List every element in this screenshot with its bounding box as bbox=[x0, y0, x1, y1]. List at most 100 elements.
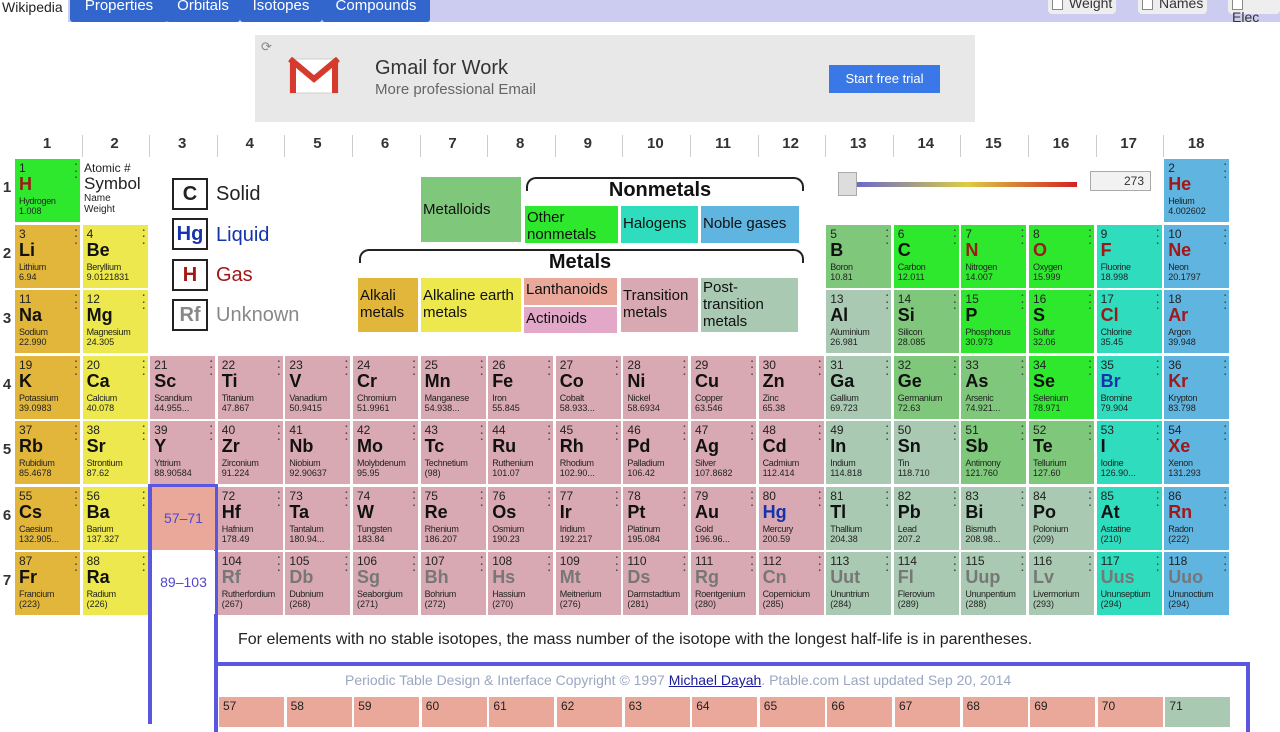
element-cu[interactable]: 29 Cu Copper 63.546 ▪ ▪ ▪ bbox=[691, 355, 756, 419]
element-tc[interactable]: 43 Tc Technetium (98) ▪ ▪ ▪ bbox=[420, 421, 486, 484]
element-ar[interactable]: 18 Ar Argon 39.948 ▪ ▪ ▪ bbox=[1164, 290, 1230, 353]
element-cn[interactable]: 112 Cn Copernicium (285) ▪ ▪ ▪ bbox=[758, 552, 824, 615]
fblock-element-68[interactable]: 68 bbox=[962, 697, 1028, 727]
element-ne[interactable]: 10 Ne Neon 20.1797 ▪ ▪ ▪ bbox=[1164, 224, 1230, 288]
group-header-9[interactable]: 9 bbox=[558, 135, 618, 153]
element-li[interactable]: 3 Li Lithium 6.94 ▪ ▪ ▪ bbox=[15, 224, 80, 288]
group-header-13[interactable]: 13 bbox=[828, 135, 888, 153]
element-te[interactable]: 52 Te Tellurium 127.60 ▪ ▪ ▪ bbox=[1029, 421, 1094, 484]
start-free-trial-button[interactable]: Start free trial bbox=[829, 65, 940, 93]
element-al[interactable]: 13 Al Aluminium 26.981 ▪ ▪ ▪ bbox=[826, 290, 892, 353]
element-db[interactable]: 105 Db Dubnium (268) ▪ ▪ ▪ bbox=[285, 552, 351, 615]
element-f[interactable]: 9 F Fluorine 18.998 ▪ ▪ ▪ bbox=[1096, 224, 1162, 288]
element-be[interactable]: 4 Be Beryllium 9.0121831 ▪ ▪ ▪ bbox=[82, 224, 148, 288]
gmail-ad[interactable]: ⟳ Gmail for Work More professional Email… bbox=[255, 35, 975, 122]
actinoid-placeholder[interactable]: 89–103 bbox=[152, 551, 215, 614]
element-ag[interactable]: 47 Ag Silver 107.8682 ▪ ▪ ▪ bbox=[691, 421, 756, 484]
element-ra[interactable]: 88 Ra Radium (226) ▪ ▪ ▪ bbox=[82, 552, 148, 615]
period-header-2[interactable]: 2 bbox=[0, 245, 14, 262]
group-header-1[interactable]: 1 bbox=[17, 135, 77, 153]
element-ta[interactable]: 73 Ta Tantalum 180.94... ▪ ▪ ▪ bbox=[285, 486, 351, 550]
element-h[interactable]: 1 H Hydrogen 1.008 ▪ ▪ ▪ bbox=[15, 159, 80, 222]
weight-checkbox[interactable] bbox=[1052, 0, 1063, 10]
category-lanthanoids[interactable]: Lanthanoids bbox=[524, 278, 617, 305]
element-pt[interactable]: 78 Pt Platinum 195.084 ▪ ▪ ▪ bbox=[623, 486, 689, 550]
category-halogens[interactable]: Halogens bbox=[621, 206, 698, 243]
group-header-14[interactable]: 14 bbox=[896, 135, 956, 153]
element-mo[interactable]: 42 Mo Molybdenum 95.95 ▪ ▪ ▪ bbox=[353, 421, 418, 484]
element-hg[interactable]: 80 Hg Mercury 200.59 ▪ ▪ ▪ bbox=[758, 486, 824, 550]
fblock-element-71[interactable]: 71 bbox=[1165, 697, 1231, 727]
element-sg[interactable]: 106 Sg Seaborgium (271) ▪ ▪ ▪ bbox=[353, 552, 418, 615]
element-k[interactable]: 19 K Potassium 39.0983 ▪ ▪ ▪ bbox=[15, 355, 80, 419]
element-rf[interactable]: 104 Rf Rutherfordium (267) ▪ ▪ ▪ bbox=[217, 552, 283, 615]
element-kr[interactable]: 36 Kr Krypton 83.798 ▪ ▪ ▪ bbox=[1164, 355, 1230, 419]
fblock-element-59[interactable]: 59 bbox=[354, 697, 420, 727]
category-transition-metals[interactable]: Transition metals bbox=[621, 278, 698, 332]
element-n[interactable]: 7 N Nitrogen 14.007 ▪ ▪ ▪ bbox=[961, 224, 1027, 288]
temperature-slider-track[interactable] bbox=[857, 182, 1077, 187]
period-header-1[interactable]: 1 bbox=[0, 179, 14, 196]
element-ca[interactable]: 20 Ca Calcium 40.078 ▪ ▪ ▪ bbox=[82, 355, 148, 419]
wikipedia-link[interactable]: Wikipedia bbox=[0, 0, 68, 22]
fblock-element-66[interactable]: 66 bbox=[827, 697, 893, 727]
element-uuo[interactable]: 118 Uuo Ununoctium (294) ▪ ▪ ▪ bbox=[1164, 552, 1230, 615]
element-rh[interactable]: 45 Rh Rhodium 102.90... ▪ ▪ ▪ bbox=[555, 421, 621, 484]
fblock-element-63[interactable]: 63 bbox=[624, 697, 690, 727]
fblock-element-58[interactable]: 58 bbox=[286, 697, 352, 727]
fblock-element-62[interactable]: 62 bbox=[557, 697, 622, 727]
element-b[interactable]: 5 B Boron 10.81 ▪ ▪ ▪ bbox=[826, 224, 892, 288]
element-zr[interactable]: 40 Zr Zirconium 91.224 ▪ ▪ ▪ bbox=[217, 421, 283, 484]
element-tl[interactable]: 81 Tl Thallium 204.38 ▪ ▪ ▪ bbox=[826, 486, 892, 550]
fblock-element-57[interactable]: 57 bbox=[219, 697, 284, 727]
element-bi[interactable]: 83 Bi Bismuth 208.98... ▪ ▪ ▪ bbox=[961, 486, 1027, 550]
element-pd[interactable]: 46 Pd Palladium 106.42 ▪ ▪ ▪ bbox=[623, 421, 689, 484]
author-link[interactable]: Michael Dayah bbox=[669, 672, 762, 688]
group-header-11[interactable]: 11 bbox=[693, 135, 753, 153]
group-header-6[interactable]: 6 bbox=[355, 135, 415, 153]
group-header-5[interactable]: 5 bbox=[287, 135, 347, 153]
fblock-element-64[interactable]: 64 bbox=[692, 697, 758, 727]
element-zn[interactable]: 30 Zn Zinc 65.38 ▪ ▪ ▪ bbox=[758, 355, 824, 419]
group-header-2[interactable]: 2 bbox=[85, 135, 145, 153]
element-uus[interactable]: 117 Uus Ununseptium (294) ▪ ▪ ▪ bbox=[1096, 552, 1162, 615]
group-header-3[interactable]: 3 bbox=[152, 135, 212, 153]
group-header-10[interactable]: 10 bbox=[625, 135, 685, 153]
group-header-12[interactable]: 12 bbox=[761, 135, 821, 153]
element-p[interactable]: 15 P Phosphorus 30.973 ▪ ▪ ▪ bbox=[961, 290, 1027, 353]
element-rn[interactable]: 86 Rn Radon (222) ▪ ▪ ▪ bbox=[1164, 486, 1230, 550]
element-s[interactable]: 16 S Sulfur 32.06 ▪ ▪ ▪ bbox=[1029, 290, 1094, 353]
element-c[interactable]: 6 C Carbon 12.011 ▪ ▪ ▪ bbox=[893, 224, 959, 288]
element-nb[interactable]: 41 Nb Niobium 92.90637 ▪ ▪ ▪ bbox=[285, 421, 351, 484]
element-br[interactable]: 35 Br Bromine 79.904 ▪ ▪ ▪ bbox=[1096, 355, 1162, 419]
element-sb[interactable]: 51 Sb Antimony 121.760 ▪ ▪ ▪ bbox=[961, 421, 1027, 484]
group-header-7[interactable]: 7 bbox=[423, 135, 483, 153]
group-header-17[interactable]: 17 bbox=[1099, 135, 1159, 153]
element-lv[interactable]: 116 Lv Livermorium (293) ▪ ▪ ▪ bbox=[1029, 552, 1094, 615]
tab-orbitals[interactable]: Orbitals bbox=[166, 0, 240, 22]
element-y[interactable]: 39 Y Yttrium 88.90584 ▪ ▪ ▪ bbox=[150, 421, 216, 484]
refresh-icon[interactable]: ⟳ bbox=[261, 39, 272, 55]
element-os[interactable]: 76 Os Osmium 190.23 ▪ ▪ ▪ bbox=[488, 486, 554, 550]
element-ds[interactable]: 110 Ds Darmstadtium (281) ▪ ▪ ▪ bbox=[623, 552, 689, 615]
element-re[interactable]: 75 Re Rhenium 186.207 ▪ ▪ ▪ bbox=[420, 486, 486, 550]
element-rb[interactable]: 37 Rb Rubidium 85.4678 ▪ ▪ ▪ bbox=[15, 421, 80, 484]
element-co[interactable]: 27 Co Cobalt 58.933... ▪ ▪ ▪ bbox=[555, 355, 621, 419]
element-au[interactable]: 79 Au Gold 196.96... ▪ ▪ ▪ bbox=[691, 486, 756, 550]
element-na[interactable]: 11 Na Sodium 22.990 ▪ ▪ ▪ bbox=[15, 290, 80, 353]
fblock-element-61[interactable]: 61 bbox=[489, 697, 555, 727]
period-header-5[interactable]: 5 bbox=[0, 441, 14, 458]
element-se[interactable]: 34 Se Selenium 78.971 ▪ ▪ ▪ bbox=[1029, 355, 1094, 419]
names-toggle[interactable]: Names bbox=[1138, 0, 1208, 14]
period-header-7[interactable]: 7 bbox=[0, 572, 14, 589]
element-bh[interactable]: 107 Bh Bohrium (272) ▪ ▪ ▪ bbox=[420, 552, 486, 615]
weight-toggle[interactable]: Weight bbox=[1048, 0, 1117, 14]
fblock-element-65[interactable]: 65 bbox=[759, 697, 825, 727]
element-fr[interactable]: 87 Fr Francium (223) ▪ ▪ ▪ bbox=[15, 552, 80, 615]
fblock-element-60[interactable]: 60 bbox=[421, 697, 487, 727]
category-noble-gases[interactable]: Noble gases bbox=[701, 206, 799, 243]
category-actinoids[interactable]: Actinoids bbox=[524, 307, 617, 333]
element-ga[interactable]: 31 Ga Gallium 69.723 ▪ ▪ ▪ bbox=[826, 355, 892, 419]
element-pb[interactable]: 82 Pb Lead 207.2 ▪ ▪ ▪ bbox=[893, 486, 959, 550]
period-header-4[interactable]: 4 bbox=[0, 376, 14, 393]
